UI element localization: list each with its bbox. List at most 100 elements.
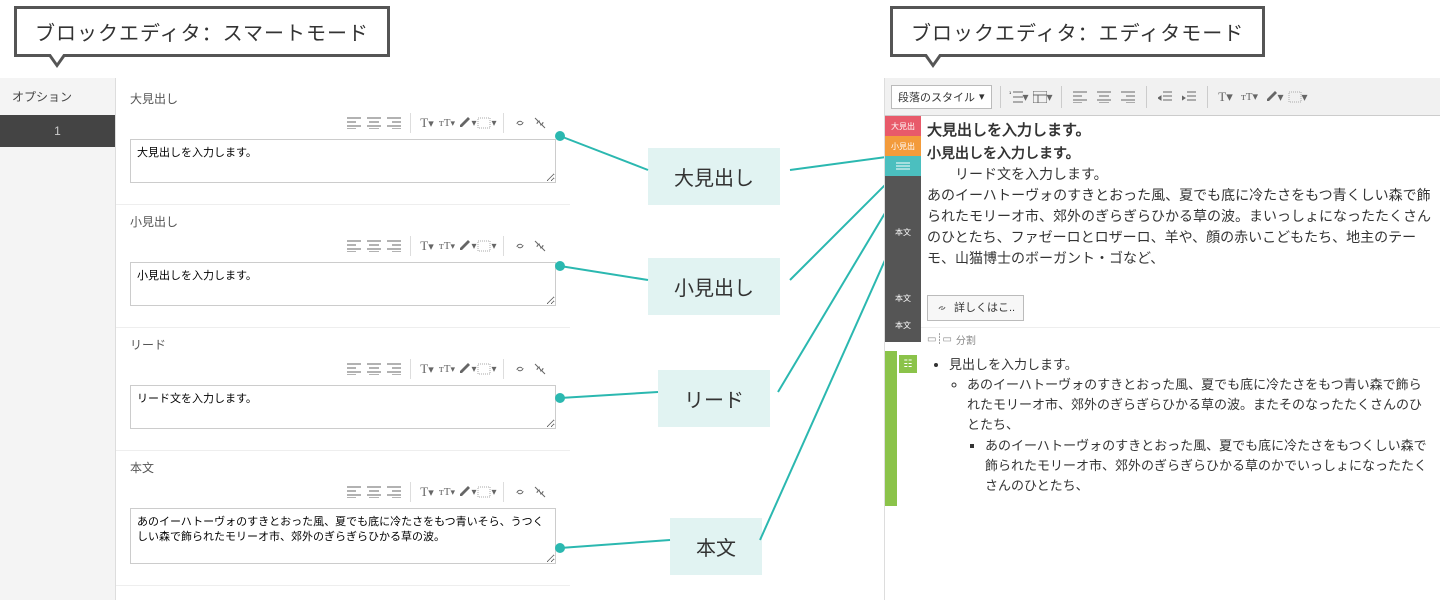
indent-icon[interactable] [1179,87,1199,107]
block-h1: 大見出し T▾ тT▾ ▾ ▾ [116,82,570,205]
color-picker-icon[interactable]: ▾ [457,236,477,256]
block-h1-label: 大見出し [130,90,556,107]
layout-icon[interactable]: ▾ [1033,87,1053,107]
tag-h1[interactable]: 大見出 [885,116,921,136]
border-icon[interactable]: ▾ [477,359,497,379]
detail-link-label: 詳しくはこ.. [954,300,1015,317]
list-item-2: あのイーハトーヴォのすきとおった風、夏でも底に冷たさをもつくしい森で飾られたモリ… [985,438,1427,493]
border-icon[interactable]: ▾ [477,113,497,133]
align-right-icon[interactable] [384,236,404,256]
block-body: 本文 T▾тT▾▾▾ [116,451,570,586]
list-content[interactable]: 見出しを入力します。 あのイーハトーヴォのすきとおった風、夏でも底に冷たさをもつ… [925,351,1440,506]
block-lead-toolbar: T▾тT▾▾▾ [130,359,556,379]
align-center-icon[interactable] [364,113,384,133]
h2-input[interactable] [130,262,556,306]
font-size-icon[interactable]: тT▾ [437,113,457,133]
list-item-1: あのイーハトーヴォのすきとおった風、夏でも底に冷たさをもつ青い森で飾られたモリー… [967,377,1422,432]
align-center-icon[interactable] [364,236,384,256]
unlink-icon[interactable] [530,359,550,379]
link-icon[interactable] [510,236,530,256]
align-center-icon[interactable] [364,359,384,379]
align-right-icon[interactable] [1118,87,1138,107]
block-lead-label: リード [130,336,556,353]
list-gutter [885,351,897,506]
align-right-icon[interactable] [384,482,404,502]
align-right-icon[interactable] [384,359,404,379]
unlink-icon[interactable] [530,113,550,133]
block-lead: リード T▾тT▾▾▾ [116,328,570,451]
font-family-icon[interactable]: T▾ [417,482,437,502]
smart-mode-panel: オプション 1 大見出し T▾ тT▾ ▾ ▾ [0,78,570,586]
color-picker-icon[interactable]: ▾ [1264,87,1284,107]
font-family-icon[interactable]: T▾ [417,236,437,256]
mode-label-smart: ブロックエディタ：スマートモード [14,6,390,57]
align-center-icon[interactable] [364,482,384,502]
font-family-icon[interactable]: T▾ [1216,87,1236,107]
border-icon[interactable]: ▾ [1288,87,1308,107]
link-icon[interactable] [510,359,530,379]
link-icon[interactable] [510,482,530,502]
tag-lead[interactable] [885,156,921,176]
align-left-icon[interactable] [344,482,364,502]
body-input[interactable] [130,508,556,564]
font-family-icon[interactable]: T▾ [417,359,437,379]
tag-body[interactable]: 本文 [885,176,921,288]
color-picker-icon[interactable]: ▾ [457,482,477,502]
content-h1: 大見出しを入力します。 [927,120,1434,143]
list-block: ☷ 見出しを入力します。 あのイーハトーヴォのすきとおった風、夏でも底に冷たさを… [885,351,1440,506]
svg-text:1: 1 [1009,90,1012,95]
sidebar-header: オプション [0,78,115,115]
block-h1-toolbar: T▾ тT▾ ▾ ▾ [130,113,556,133]
unlink-icon[interactable] [530,236,550,256]
tag-h2[interactable]: 小見出 [885,136,921,156]
border-icon[interactable]: ▾ [477,236,497,256]
tag-body-3[interactable]: 本文 [885,308,921,342]
color-picker-icon[interactable]: ▾ [457,113,477,133]
align-left-icon[interactable] [1070,87,1090,107]
unlink-icon[interactable] [530,482,550,502]
font-size-icon[interactable]: тT▾ [1240,87,1260,107]
block-body-label: 本文 [130,459,556,476]
align-left-icon[interactable] [344,359,364,379]
chevron-down-icon: ▾ [979,90,985,103]
h1-input[interactable] [130,139,556,183]
font-size-icon[interactable]: тT▾ [437,236,457,256]
block-body-toolbar: T▾тT▾▾▾ [130,482,556,502]
list-block-icon[interactable]: ☷ [899,355,917,373]
block-h2-toolbar: T▾тT▾▾▾ [130,236,556,256]
page-tab-1[interactable]: 1 [0,115,115,147]
paragraph-style-select[interactable]: 段落のスタイル ▾ [891,85,992,109]
link-icon [936,302,948,314]
content-h2: 小見出しを入力します。 [927,143,1434,164]
center-label-lead: リード [658,370,770,427]
split-row[interactable]: ▭┊▭ 分割 [921,327,1440,351]
lead-input[interactable] [130,385,556,429]
blocks-column: 大見出し T▾ тT▾ ▾ ▾ [116,78,570,586]
font-size-icon[interactable]: тT▾ [437,359,457,379]
editor-body: 大見出 小見出 本文 本文 本文 大見出しを入力します。 小見出しを入力します。… [885,116,1440,506]
font-size-icon[interactable]: тT▾ [437,482,457,502]
paragraph-style-label: 段落のスタイル [898,89,975,105]
align-left-icon[interactable] [344,236,364,256]
editor-mode-panel: 段落のスタイル ▾ 1▾ ▾ T▾ тT▾ ▾ ▾ 大見出 小見出 本文 本文 … [884,78,1440,600]
block-tag-gutter: 大見出 小見出 本文 本文 本文 [885,116,921,342]
font-family-icon[interactable]: T▾ [417,113,437,133]
editor-toolbar: 段落のスタイル ▾ 1▾ ▾ T▾ тT▾ ▾ ▾ [885,78,1440,116]
link-icon[interactable] [510,113,530,133]
border-icon[interactable]: ▾ [477,482,497,502]
align-left-icon[interactable] [344,113,364,133]
center-label-h1: 大見出し [648,148,780,205]
center-label-body: 本文 [670,518,762,575]
numbered-list-icon[interactable]: 1▾ [1009,87,1029,107]
detail-link-button[interactable]: 詳しくはこ.. [927,295,1024,322]
mode-label-editor: ブロックエディタ：エディタモード [890,6,1265,57]
content-lead: リード文を入力します。 [927,164,1434,185]
outdent-icon[interactable] [1155,87,1175,107]
align-center-icon[interactable] [1094,87,1114,107]
editor-content[interactable]: 大見出しを入力します。 小見出しを入力します。 リード文を入力します。 あのイー… [921,116,1440,327]
align-right-icon[interactable] [384,113,404,133]
block-h2-label: 小見出し [130,213,556,230]
tag-body-2[interactable]: 本文 [885,288,921,308]
sidebar: オプション 1 [0,78,116,600]
color-picker-icon[interactable]: ▾ [457,359,477,379]
